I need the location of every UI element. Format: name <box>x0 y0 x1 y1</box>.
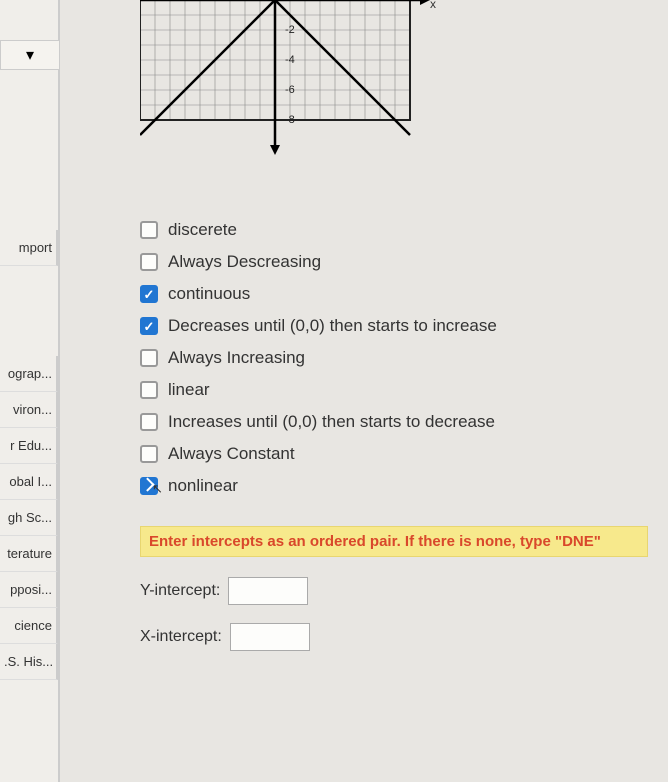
sidebar-item-ushistory[interactable]: .S. His... <box>0 644 58 680</box>
option-continuous[interactable]: continuous <box>140 284 648 304</box>
svg-text:-8: -8 <box>285 114 295 126</box>
checkbox-icon[interactable] <box>140 349 158 367</box>
svg-text:-4: -4 <box>285 54 295 66</box>
sidebar-item-science[interactable]: cience <box>0 608 58 644</box>
x-axis-label: x <box>430 0 436 11</box>
option-always-increasing[interactable]: Always Increasing <box>140 348 648 368</box>
main-content: -8 -6 -4 -2 2 4 6 8 -2 -4 -6 -8 x discer… <box>60 0 668 782</box>
option-always-constant[interactable]: Always Constant <box>140 444 648 464</box>
checkbox-icon[interactable] <box>140 413 158 431</box>
sidebar-item-opposites[interactable]: pposi... <box>0 572 58 608</box>
checkbox-icon[interactable] <box>140 221 158 239</box>
intercept-prompt: Enter intercepts as an ordered pair. If … <box>140 526 648 557</box>
dropdown-toggle[interactable]: ▾ <box>0 40 60 70</box>
option-label: Always Descreasing <box>168 252 321 272</box>
sidebar-item-geography[interactable]: ograp... <box>0 356 58 392</box>
option-nonlinear[interactable]: ↖ nonlinear <box>140 476 648 496</box>
sidebar-item-education[interactable]: r Edu... <box>0 428 58 464</box>
checkbox-icon[interactable] <box>140 477 158 495</box>
x-intercept-label: X-intercept: <box>140 628 222 646</box>
option-label: linear <box>168 380 210 400</box>
option-label: nonlinear <box>168 476 238 496</box>
options-list: discerete Always Descreasing continuous … <box>140 220 648 496</box>
checkbox-icon[interactable] <box>140 317 158 335</box>
checkbox-icon[interactable] <box>140 381 158 399</box>
sidebar-item-literature[interactable]: terature <box>0 536 58 572</box>
x-intercept-input[interactable] <box>230 623 310 651</box>
svg-text:-6: -6 <box>285 84 295 96</box>
option-label: discerete <box>168 220 237 240</box>
sidebar-item-import[interactable]: mport <box>0 230 58 266</box>
sidebar-item-global[interactable]: obal I... <box>0 464 58 500</box>
x-intercept-row: X-intercept: <box>140 623 648 651</box>
checkbox-icon[interactable] <box>140 285 158 303</box>
option-always-decreasing[interactable]: Always Descreasing <box>140 252 648 272</box>
option-increases-then-decreases[interactable]: Increases until (0,0) then starts to dec… <box>140 412 648 432</box>
option-label: Decreases until (0,0) then starts to inc… <box>168 316 497 336</box>
sidebar-item-environment[interactable]: viron... <box>0 392 58 428</box>
option-label: Always Constant <box>168 444 295 464</box>
y-intercept-row: Y-intercept: <box>140 577 648 605</box>
y-intercept-label: Y-intercept: <box>140 582 220 600</box>
chevron-down-icon: ▾ <box>26 45 34 65</box>
svg-text:-2: -2 <box>285 24 295 36</box>
option-label: Increases until (0,0) then starts to dec… <box>168 412 495 432</box>
checkbox-icon[interactable] <box>140 253 158 271</box>
option-label: continuous <box>168 284 250 304</box>
graph-figure: -8 -6 -4 -2 2 4 6 8 -2 -4 -6 -8 x <box>140 0 430 150</box>
checkbox-icon[interactable] <box>140 445 158 463</box>
y-intercept-input[interactable] <box>228 577 308 605</box>
option-linear[interactable]: linear <box>140 380 648 400</box>
sidebar-item-highschool[interactable]: gh Sc... <box>0 500 58 536</box>
option-discerete[interactable]: discerete <box>140 220 648 240</box>
option-decreases-then-increases[interactable]: Decreases until (0,0) then starts to inc… <box>140 316 648 336</box>
sidebar: mport ograp... viron... r Edu... obal I.… <box>0 0 60 782</box>
option-label: Always Increasing <box>168 348 305 368</box>
